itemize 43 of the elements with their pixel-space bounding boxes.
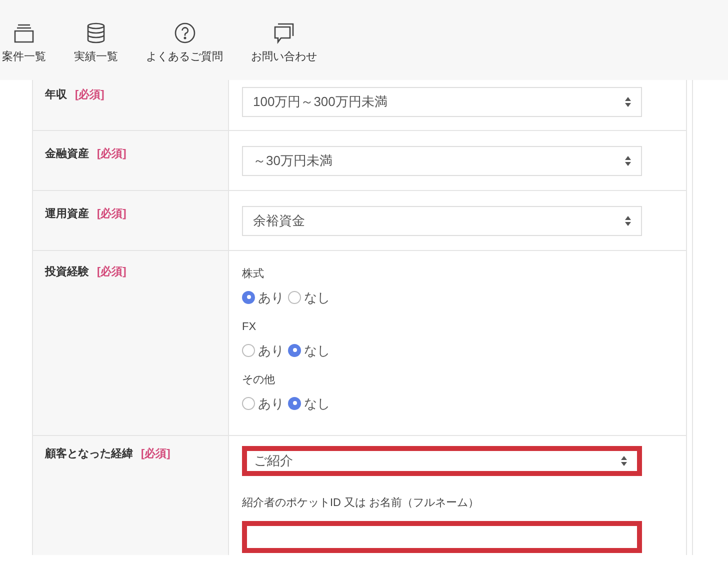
database-icon: [85, 22, 107, 44]
radio-button[interactable]: [288, 290, 301, 304]
option-label: あり: [258, 342, 284, 360]
select-field[interactable]: 100万円～300万円未満: [242, 87, 642, 117]
radio-button[interactable]: [242, 344, 255, 357]
option-label: あり: [258, 288, 284, 306]
sort-arrows-icon: [625, 156, 631, 166]
nav-link[interactable]: お問い合わせ: [237, 22, 331, 66]
field-name: 投資経験: [45, 264, 89, 280]
nav-link[interactable]: よくあるご質問: [132, 22, 237, 66]
radio-button[interactable]: [242, 396, 255, 410]
option-label: なし: [304, 342, 330, 360]
field-name: 顧客となった経緯: [45, 446, 133, 462]
radio-button[interactable]: [288, 396, 301, 410]
option-label: あり: [258, 394, 284, 412]
field-label: 紹介者のポケットID 又は お名前（フルネーム）: [242, 496, 480, 511]
select-field[interactable]: ご紹介: [242, 446, 642, 476]
nav-link[interactable]: 案件一覧: [0, 22, 60, 66]
select-field[interactable]: 余裕資金: [242, 206, 642, 236]
required-tag: [必須]: [75, 87, 104, 104]
field-name: 年収: [45, 88, 67, 103]
tray-icon: [13, 22, 35, 44]
group-label: その他: [242, 373, 276, 388]
sort-arrows-icon: [625, 97, 631, 107]
sort-arrows-icon: [621, 456, 627, 466]
select-field[interactable]: ～30万円未満: [242, 146, 642, 176]
sort-arrows-icon: [625, 216, 631, 226]
required-tag: [必須]: [97, 206, 126, 222]
option-label: なし: [304, 394, 330, 412]
radio-button[interactable]: [288, 344, 301, 357]
required-tag: [必須]: [141, 446, 170, 462]
nav-link[interactable]: 実績一覧: [60, 22, 132, 66]
help-icon: [174, 22, 196, 44]
field-name: 金融資産: [45, 146, 89, 162]
radio-button[interactable]: [242, 290, 255, 304]
required-tag: [必須]: [97, 264, 126, 280]
option-label: なし: [304, 288, 330, 306]
group-label: FX: [242, 320, 258, 335]
field-name: 運用資産: [45, 206, 89, 222]
chat-icon: [273, 22, 295, 44]
group-label: 株式: [242, 267, 265, 282]
required-tag: [必須]: [97, 146, 126, 162]
input-field[interactable]: [242, 520, 642, 552]
